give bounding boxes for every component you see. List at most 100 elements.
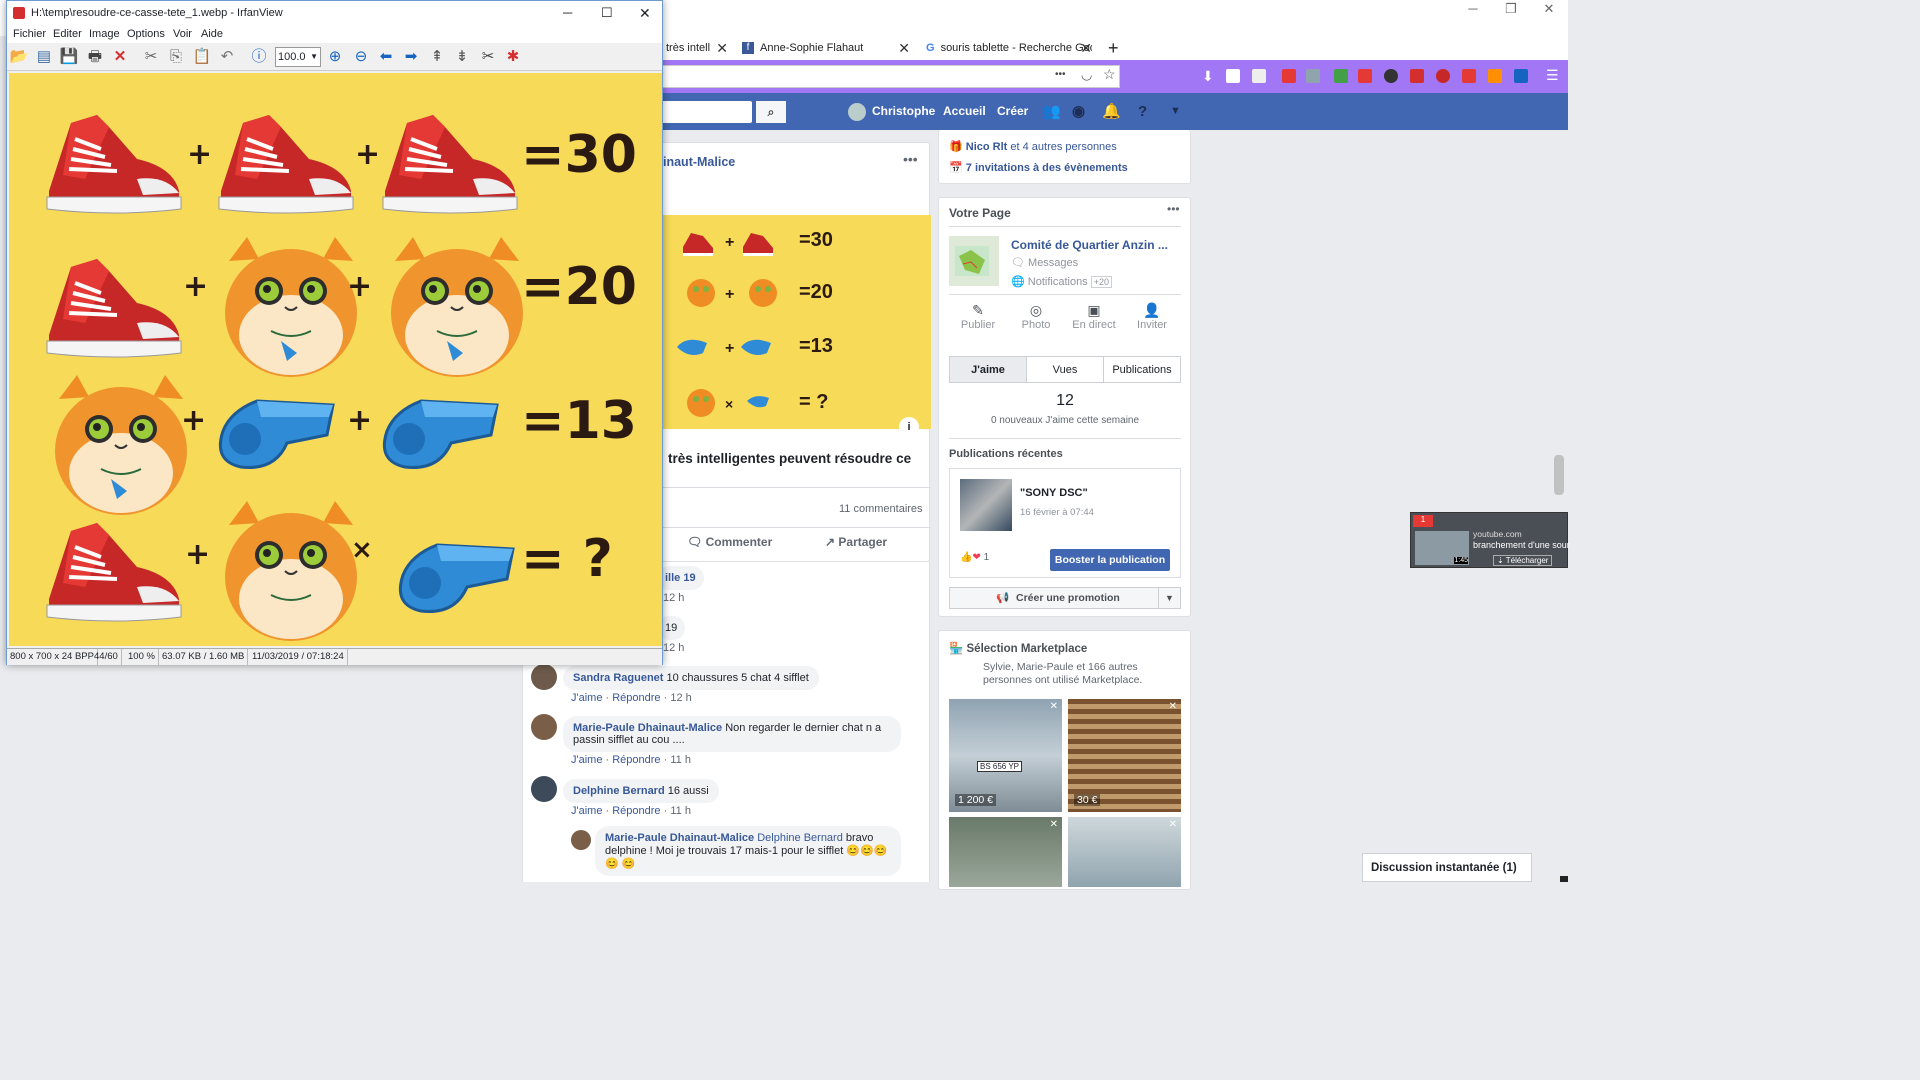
settings-icon[interactable]: ✂ [478, 47, 498, 67]
undo-icon[interactable]: ↶ [217, 47, 237, 67]
info-icon[interactable]: i [899, 417, 919, 437]
comment-author[interactable]: Sandra Raguenet [573, 672, 663, 684]
extension-icon[interactable] [1334, 69, 1348, 83]
comment-author[interactable]: Marie-Paule Dhainaut-Malice [573, 722, 722, 734]
slideshow-icon[interactable]: ▤ [34, 47, 54, 67]
extension-icon[interactable] [1488, 69, 1502, 83]
avatar[interactable] [531, 714, 557, 740]
chat-bar[interactable]: Discussion instantanée (1) [1362, 853, 1532, 882]
page-actions-icon[interactable]: ••• [1055, 69, 1066, 80]
menu-icon[interactable]: ☰ [1546, 67, 1560, 83]
listing-car[interactable]: ✕ [949, 817, 1062, 887]
menu-voir[interactable]: Voir [173, 25, 192, 43]
menu-aide[interactable]: Aide [201, 25, 223, 43]
print-icon[interactable]: 🖶 [85, 47, 105, 67]
page-avatar[interactable] [949, 236, 999, 286]
live-button[interactable]: ▣ En direct [1065, 302, 1123, 331]
like-link[interactable]: J'aime [571, 754, 602, 766]
extension-icon[interactable] [1462, 69, 1476, 83]
previous-icon[interactable]: ⬅ [376, 47, 396, 67]
help-icon[interactable]: ? [1138, 93, 1147, 130]
delete-icon[interactable]: ✕ [110, 47, 130, 67]
zoom-in-icon[interactable]: ⊕ [325, 47, 345, 67]
close-tab-icon[interactable]: ✕ [1080, 36, 1092, 60]
mention-link[interactable]: Delphine Bernard [757, 832, 843, 844]
search-input[interactable] [662, 101, 752, 123]
copy-icon[interactable]: ⎘ [166, 47, 186, 67]
next-icon[interactable]: ➡ [401, 47, 421, 67]
extension-icon[interactable] [1306, 69, 1320, 83]
extension-icon[interactable] [1436, 69, 1450, 83]
messages-link[interactable]: 🗨 Messages [1011, 256, 1078, 269]
avatar[interactable] [531, 664, 557, 690]
search-icon[interactable]: ⌕ [756, 101, 786, 123]
invites-link[interactable]: 📅 7 invitations à des évènements [949, 161, 1128, 174]
like-link[interactable]: J'aime [571, 805, 602, 817]
boost-button[interactable]: Booster la publication [1050, 549, 1170, 571]
post-author[interactable]: inaut-Malice [663, 155, 735, 169]
publish-button[interactable]: ✎ Publier [949, 302, 1007, 331]
open-folder-icon[interactable]: 📂 [9, 47, 29, 67]
page-name[interactable]: Comité de Quartier Anzin ... [1011, 238, 1168, 252]
friends-icon[interactable]: 👥 [1042, 93, 1061, 130]
close-icon[interactable]: ✕ [1169, 819, 1177, 830]
zoom-out-icon[interactable]: ⊖ [351, 47, 371, 67]
extension-icon[interactable] [1282, 69, 1296, 83]
minimize-icon[interactable]: ─ [563, 1, 572, 25]
close-icon[interactable]: ✕ [1050, 701, 1058, 712]
promotion-button[interactable]: 📢 Créer une promotion ▼ [949, 587, 1181, 609]
listing-car[interactable]: BS 656 YP 1 200 € ✕ [949, 699, 1062, 812]
share-button[interactable]: ↗ Partager [825, 535, 887, 549]
info-icon[interactable]: ⓘ [249, 47, 269, 67]
url-bar[interactable]: ••• ◡ ☆ [662, 65, 1120, 88]
post-image[interactable]: + + + × =30 =20 =13 = ? i [663, 215, 931, 437]
comment-author[interactable]: Delphine Bernard [573, 785, 665, 797]
recent-post[interactable]: "SONY DSC" 16 février à 07:44 👍❤ 1 Boost… [949, 468, 1181, 578]
create-link[interactable]: Créer [997, 93, 1028, 130]
home-link[interactable]: Accueil [943, 93, 986, 130]
chevron-down-icon[interactable]: ▼ [1158, 588, 1180, 608]
post-options-icon[interactable]: ••• [903, 151, 918, 167]
bookmark-star-icon[interactable]: ☆ [1103, 66, 1116, 83]
listing-shutter[interactable]: 30 € ✕ [1068, 699, 1181, 812]
pocket-icon[interactable]: ◡ [1081, 67, 1092, 83]
tab-likes[interactable]: J'aime [949, 356, 1027, 383]
avatar[interactable] [571, 830, 591, 850]
browser-tab[interactable]: f Anne-Sophie Flahaut ✕ [742, 36, 910, 60]
close-icon[interactable]: ✕ [1526, 0, 1572, 20]
notifications-icon[interactable]: 🔔 [1102, 93, 1121, 130]
menu-options[interactable]: Options [127, 25, 165, 43]
image-canvas[interactable]: + + =30 + + =20 + + =13 + × = ? [9, 73, 662, 646]
reply-link[interactable]: Répondre [612, 692, 660, 704]
avatar[interactable] [531, 776, 557, 802]
notifications-link[interactable]: 🌐 Notifications +20 [1011, 275, 1113, 288]
reply-link[interactable]: Répondre [612, 754, 660, 766]
save-icon[interactable]: 💾 [59, 47, 79, 67]
extension-icon[interactable] [1384, 69, 1398, 83]
extension-icon[interactable] [1514, 69, 1528, 83]
new-tab-button[interactable]: + [1108, 36, 1124, 60]
close-icon[interactable]: ✕ [639, 1, 651, 25]
menu-editer[interactable]: Editer [53, 25, 82, 43]
comment-button[interactable]: 🗨 Commenter [687, 535, 772, 549]
close-icon[interactable]: ✕ [1169, 701, 1177, 712]
comment-author[interactable]: Marie-Paule Dhainaut-Malice [605, 832, 754, 844]
friend-link[interactable]: Nico Rlt [966, 141, 1008, 153]
extension-icon[interactable] [1358, 69, 1372, 83]
last-page-icon[interactable]: ⇟ [452, 47, 472, 67]
download-icon[interactable]: ⬇ [1202, 68, 1216, 84]
close-tab-icon[interactable]: ✕ [898, 36, 910, 60]
chevron-down-icon[interactable]: ▼ [1170, 93, 1181, 130]
menu-image[interactable]: Image [89, 25, 120, 43]
extension-icon[interactable] [1410, 69, 1424, 83]
like-link[interactable]: J'aime [571, 692, 602, 704]
library-icon[interactable] [1226, 69, 1240, 83]
browser-tab[interactable]: Gsouris tablette - Recherche Goo ✕ [926, 36, 1092, 60]
menu-fichier[interactable]: Fichier [13, 25, 46, 43]
tab-views[interactable]: Vues [1026, 356, 1104, 383]
listing-car[interactable]: ✕ [1068, 817, 1181, 887]
scrollbar-thumb[interactable] [1554, 455, 1564, 495]
about-icon[interactable]: ✱ [503, 47, 523, 67]
youtube-popup[interactable]: 1 1:45 youtube.com branchement d'une sou… [1410, 512, 1570, 568]
zoom-select[interactable]: 100.0 ▼ [275, 47, 321, 67]
